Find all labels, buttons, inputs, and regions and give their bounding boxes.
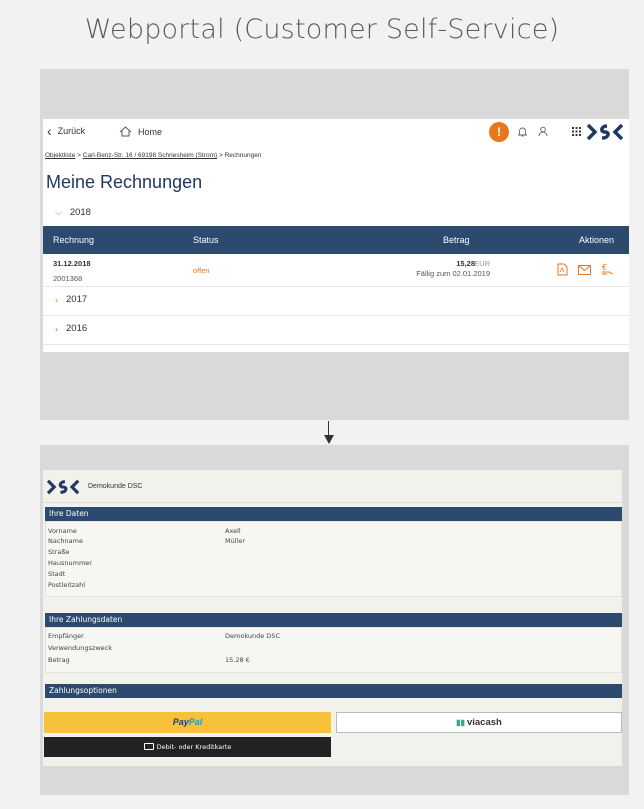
personal-data-box (45, 521, 622, 597)
invoice-table-header: Rechnung Status Betrag Aktionen (43, 226, 629, 254)
arrow-down-icon (324, 435, 334, 444)
apps-grid-icon[interactable] (572, 127, 581, 136)
payment-header: Demokunde DSC (43, 470, 622, 503)
top-bar: ‹ Zurück Home ! (43, 119, 629, 147)
bell-icon[interactable] (518, 126, 527, 137)
invoice-amount: 15,28 (456, 259, 475, 268)
value-betrag: 15.28 € (225, 656, 250, 664)
label-vorname: Vorname (48, 527, 77, 535)
customer-name: Demokunde DSC (88, 483, 143, 490)
dsc-logo (46, 479, 80, 495)
label-postleitzahl: Postleitzahl (48, 581, 86, 589)
paypal-button[interactable]: PayPal (44, 712, 331, 733)
dsc-logo (587, 123, 624, 141)
home-button[interactable]: Home (119, 126, 162, 137)
mail-icon[interactable] (578, 265, 591, 275)
divider (43, 315, 629, 316)
pdf-icon[interactable] (556, 263, 569, 276)
back-label: Zurück (57, 126, 86, 136)
breadcrumb-link-address[interactable]: Carl-Benz-Str. 16 / 69198 Schriesheim (S… (83, 152, 217, 159)
invoice-currency: EUR (474, 259, 490, 268)
chevron-left-icon: ‹ (47, 122, 52, 139)
value-vorname: Axell (225, 527, 241, 535)
svg-text:€: € (602, 263, 607, 272)
year-toggle-2018[interactable]: ⌵ 2018 (55, 207, 91, 218)
label-stadt: Stadt (48, 570, 66, 578)
year-label: 2017 (66, 294, 88, 305)
label-hausnummer: Hausnummer (48, 559, 92, 567)
header-rechnung: Rechnung (53, 235, 95, 245)
invoices-heading: Meine Rechnungen (46, 172, 203, 192)
section-zahlungsoptionen: Zahlungsoptionen (45, 684, 622, 698)
header-status: Status (193, 235, 219, 245)
chevron-right-icon: › (55, 323, 58, 334)
header-aktionen: Aktionen (579, 235, 615, 245)
alert-icon[interactable]: ! (489, 122, 509, 142)
label-verwendungszweck: Verwendungszweck (48, 644, 112, 652)
value-empfaenger: Demokunde DSC (225, 632, 280, 640)
label-betrag: Betrag (48, 656, 70, 664)
value-nachname: Müller (225, 537, 246, 545)
year-toggle-2017[interactable]: › 2017 (55, 294, 87, 305)
payment-data-box (45, 627, 622, 673)
home-icon (119, 126, 132, 137)
year-label: 2018 (69, 207, 91, 218)
paypal-pay-label: Pay (172, 717, 189, 727)
divider (43, 344, 629, 345)
home-label: Home (138, 126, 163, 137)
paypal-pal-label: Pal (188, 717, 203, 727)
card-label: Debit- oder Kreditkarte (156, 743, 232, 751)
header-betrag: Betrag (443, 235, 470, 245)
year-toggle-2016[interactable]: › 2016 (55, 323, 87, 334)
breadcrumb-current: > Rechnungen (217, 152, 262, 159)
card-payment-button[interactable]: Debit- oder Kreditkarte (44, 737, 331, 757)
breadcrumb-separator: > (75, 152, 83, 159)
status-badge: offen (193, 266, 210, 275)
label-nachname: Nachname (48, 537, 83, 545)
viacash-button[interactable]: ▮▮ viacash (336, 712, 622, 733)
portal-screenshot: ‹ Zurück Home ! Objektliste > Carl-Benz-… (43, 119, 629, 352)
section-zahlungsdaten: Ihre Zahlungsdaten (45, 613, 622, 627)
payment-screenshot: Demokunde DSC Ihre Daten Vorname Axell N… (43, 470, 622, 766)
label-empfaenger: Empfänger (48, 632, 84, 640)
viacash-icon: ▮▮ (456, 718, 465, 727)
invoice-date: 31.12.2018 (53, 259, 91, 268)
slide-background: Webportal (Customer Self-Service) ‹ Zurü… (0, 0, 644, 809)
label-strasse: Straße (48, 548, 70, 556)
invoice-number: 2001368 (53, 274, 83, 283)
user-icon[interactable] (538, 126, 548, 137)
chevron-right-icon: › (55, 294, 58, 305)
invoice-due: Fällig zum 02.01.2019 (416, 269, 490, 278)
breadcrumb-link-objektliste[interactable]: Objektliste (45, 152, 75, 159)
pay-icon[interactable]: € (601, 262, 614, 276)
section-ihre-daten: Ihre Daten (45, 507, 622, 521)
table-row[interactable]: 31.12.2018 2001368 offen 15,28 EUR Fälli… (43, 254, 629, 287)
page-title: Webportal (Customer Self-Service) (84, 14, 560, 45)
card-icon (143, 742, 154, 750)
chevron-down-icon: ⌵ (55, 207, 62, 217)
back-button[interactable]: ‹ Zurück (47, 122, 86, 139)
viacash-label: viacash (466, 717, 502, 728)
year-label: 2016 (66, 323, 88, 334)
breadcrumb: Objektliste > Carl-Benz-Str. 16 / 69198 … (45, 152, 261, 159)
